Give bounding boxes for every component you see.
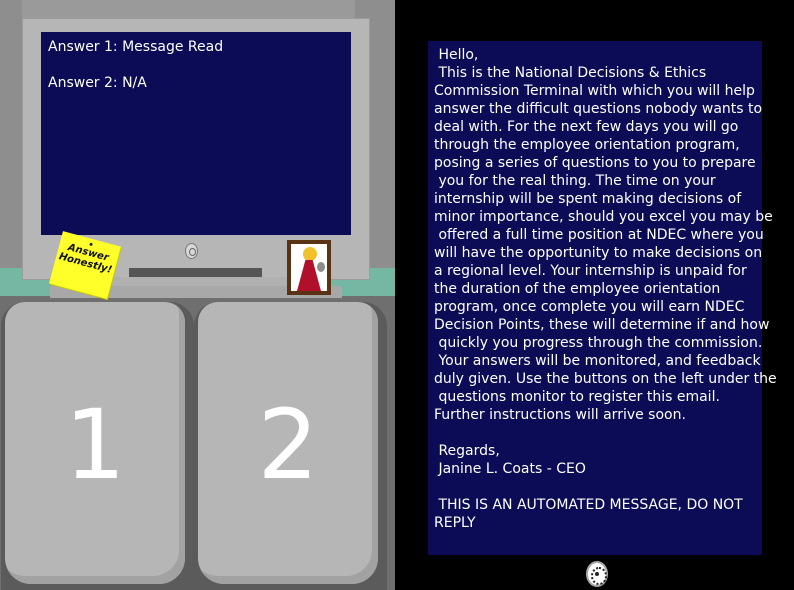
- email-notice: THIS IS AN AUTOMATED MESSAGE, DO NOT: [434, 497, 743, 513]
- photo-person-head: [303, 247, 317, 261]
- email-line: answer the difficult questions nobody wa…: [434, 101, 763, 117]
- wall-shade-left: [0, 0, 22, 268]
- answer-1-button-label: 1: [64, 389, 126, 501]
- answer-2-status: Answer 2: N/A: [48, 75, 147, 91]
- email-line: a regional level. Your internship is unp…: [434, 263, 747, 279]
- monitor-stand-slot: [129, 268, 262, 277]
- ndec-logo-icon: [185, 243, 198, 259]
- answer-2-button[interactable]: 2: [194, 302, 387, 590]
- email-line: [434, 424, 757, 442]
- office-scene: Answer 1: Message Read Answer 2: N/A Ans…: [0, 0, 395, 590]
- email-line: Further instructions will arrive soon.: [434, 407, 686, 423]
- answer-2-button-face[interactable]: 2: [198, 302, 378, 584]
- email-line: deal with. For the next few days you wil…: [434, 119, 739, 135]
- email-line: offered a full time position at NDEC whe…: [434, 227, 764, 243]
- answers-monitor: Answer 1: Message Read Answer 2: N/A: [41, 32, 351, 235]
- email-notice: REPLY: [434, 515, 476, 531]
- email-line: program, once complete you will earn NDE…: [434, 299, 745, 315]
- email-line: questions monitor to register this email…: [434, 389, 720, 405]
- answer-1-button-face[interactable]: 1: [5, 302, 185, 584]
- answer-1-status: Answer 1: Message Read: [48, 39, 224, 55]
- email-message: Hello, This is the National Decisions & …: [428, 41, 777, 555]
- email-line: Your answers will be monitored, and feed…: [434, 353, 761, 369]
- photo-object: [317, 262, 325, 272]
- email-line: minor importance, should you excel you m…: [434, 209, 773, 225]
- email-line: Hello,: [434, 47, 479, 63]
- email-signature: Janine L. Coats - CEO: [434, 461, 586, 477]
- email-signoff: Regards,: [434, 443, 500, 459]
- framed-photo: [291, 244, 327, 291]
- email-terminal: Hello, This is the National Decisions & …: [395, 0, 794, 590]
- email-line: Decision Points, these will determine if…: [434, 317, 770, 333]
- email-line: quickly you progress through the commiss…: [434, 335, 763, 351]
- email-line: the duration of the employee orientation: [434, 281, 721, 297]
- email-line: Commission Terminal with which you will …: [434, 83, 755, 99]
- email-line: will have the opportunity to make decisi…: [434, 245, 763, 261]
- answer-2-button-label: 2: [257, 389, 319, 501]
- email-line: [434, 478, 757, 496]
- email-line: internship will be spent making decision…: [434, 191, 742, 207]
- email-line: posing a series of questions to you to p…: [434, 155, 756, 171]
- email-line: This is the National Decisions & Ethics: [434, 65, 707, 81]
- ndec-seal-icon: [586, 561, 608, 587]
- pin-icon: [88, 242, 93, 247]
- email-line: through the employee orientation program…: [434, 137, 740, 153]
- email-line: you for the real thing. The time on your: [434, 173, 716, 189]
- photo-frame: [287, 240, 331, 295]
- monitor-stand: [105, 277, 290, 286]
- answer-1-button[interactable]: 1: [1, 302, 194, 590]
- email-line: duly given. Use the buttons on the left …: [434, 371, 777, 387]
